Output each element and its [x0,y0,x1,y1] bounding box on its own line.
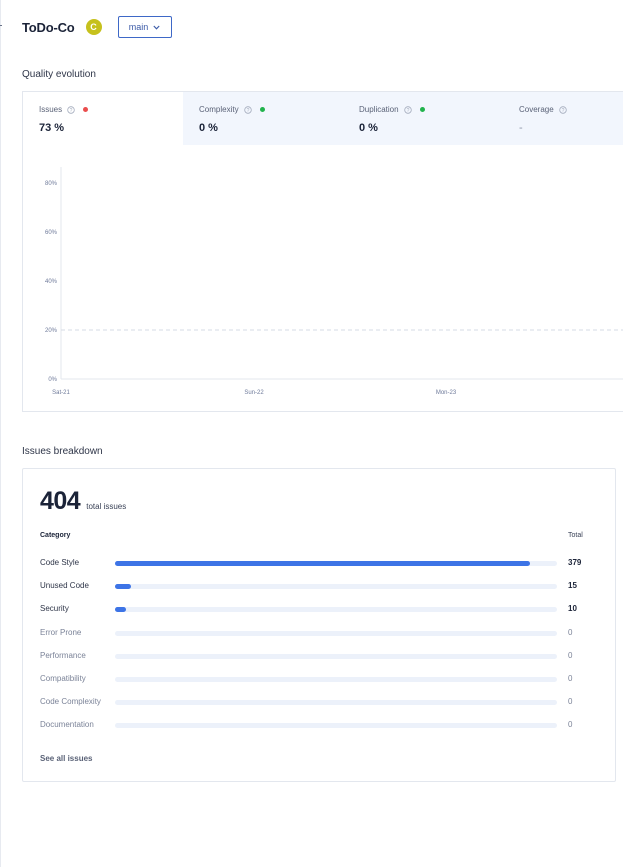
category-name: Error Prone [40,627,82,637]
category-row-error-prone[interactable]: Error Prone 0 [40,627,600,639]
category-row-performance[interactable]: Performance 0 [40,650,600,662]
category-count: 0 [568,674,573,683]
category-bar-track [115,723,557,729]
total-issues: 404 total issues [40,487,126,516]
total-issues-label: total issues [86,502,127,511]
category-name: Code Style [40,558,80,567]
tab-duplication[interactable]: Duplication ? 0 % [343,92,503,145]
category-count: 0 [568,650,573,660]
help-icon[interactable]: ? [558,105,567,114]
tab-value: 73 % [39,122,65,134]
svg-text:?: ? [561,108,564,114]
issues-breakdown-card: 404 total issues Category Total Code Sty… [22,468,616,782]
tab-label: Complexity [199,105,239,114]
total-column-header: Total [568,532,583,539]
category-column-header: Category [40,532,71,539]
tab-complexity[interactable]: Complexity ? 0 % [183,92,343,145]
category-bar-track [115,561,557,566]
y-tick-label: 0% [48,377,57,383]
category-count: 0 [568,720,573,730]
category-count: 0 [568,627,573,637]
svg-text:?: ? [246,108,249,114]
tab-value: 0 % [199,122,218,134]
x-tick-label: Sun-22 [244,390,264,396]
collapse-handle [0,25,2,26]
y-tick-label: 40% [45,279,58,285]
project-title: ToDo-Co [22,19,75,35]
help-icon[interactable]: ? [243,105,252,114]
category-bar-fill [115,561,530,566]
category-name: Compatibility [40,674,86,683]
category-row-security[interactable]: Security 10 [40,603,600,615]
category-count: 10 [568,604,577,614]
category-bar-track [115,653,557,659]
branch-selector[interactable]: main [117,16,172,38]
category-count: 379 [568,558,582,567]
quality-evolution-card: Issues ? 73 % Complexity ? 0 % Duplicati… [22,91,623,412]
category-row-unused-code[interactable]: Unused Code 15 [40,580,600,592]
tab-value: - [519,122,523,134]
category-name: Security [40,604,69,614]
tab-issues[interactable]: Issues ? 73 % [23,92,183,145]
category-row-documentation[interactable]: Documentation 0 [40,719,600,731]
tab-label: Duplication [359,105,399,114]
status-dot-red-icon [83,107,89,112]
category-bar-fill [115,584,132,590]
project-header: ToDo-Co C main [22,16,172,38]
y-tick-label: 60% [45,230,58,236]
issues-breakdown-title: Issues breakdown [22,446,103,457]
x-tick-label: Mon-23 [436,390,457,396]
see-all-issues-link[interactable]: See all issues [40,754,92,763]
category-row-code-complexity[interactable]: Code Complexity 0 [40,696,600,708]
category-bar-track [115,700,557,706]
quality-evolution-title: Quality evolution [22,69,96,80]
category-bar-track [115,584,557,590]
category-row-compatibility[interactable]: Compatibility 0 [40,673,600,685]
tab-label: Coverage [519,105,554,114]
category-bar-fill [115,607,126,613]
svg-text:?: ? [406,108,409,114]
page-left-border [0,0,1,867]
category-name: Documentation [40,720,94,730]
status-dot-green-icon [259,107,265,112]
category-name: Performance [40,650,86,660]
status-dot-green-icon [419,107,425,112]
category-name: Unused Code [40,581,89,591]
help-icon[interactable]: ? [403,105,412,114]
branch-label: main [128,22,149,32]
category-count: 15 [568,581,577,591]
category-bar-track [115,630,557,636]
category-count: 0 [568,697,573,707]
category-bar-track [115,677,557,682]
y-tick-label: 80% [45,181,58,187]
help-icon[interactable]: ? [67,105,75,114]
x-tick-label: Sat-21 [52,390,70,396]
chevron-down-icon [153,25,160,30]
category-name: Code Complexity [40,697,101,707]
tab-label: Issues [39,105,63,114]
grade-badge: C [85,19,102,35]
tab-coverage[interactable]: Coverage ? - [503,92,623,145]
quality-chart: 80% 60% 40% 20% 0% Sat-21 Sun-22 Mon-23 [45,167,623,396]
total-issues-count: 404 [40,487,81,515]
category-row-code-style[interactable]: Code Style 379 [40,557,600,569]
svg-text:?: ? [70,108,73,114]
category-bar-track [115,607,557,613]
tab-value: 0 % [359,122,378,134]
metric-tabs: Issues ? 73 % Complexity ? 0 % Duplicati… [23,92,623,145]
y-tick-label: 20% [45,328,58,334]
